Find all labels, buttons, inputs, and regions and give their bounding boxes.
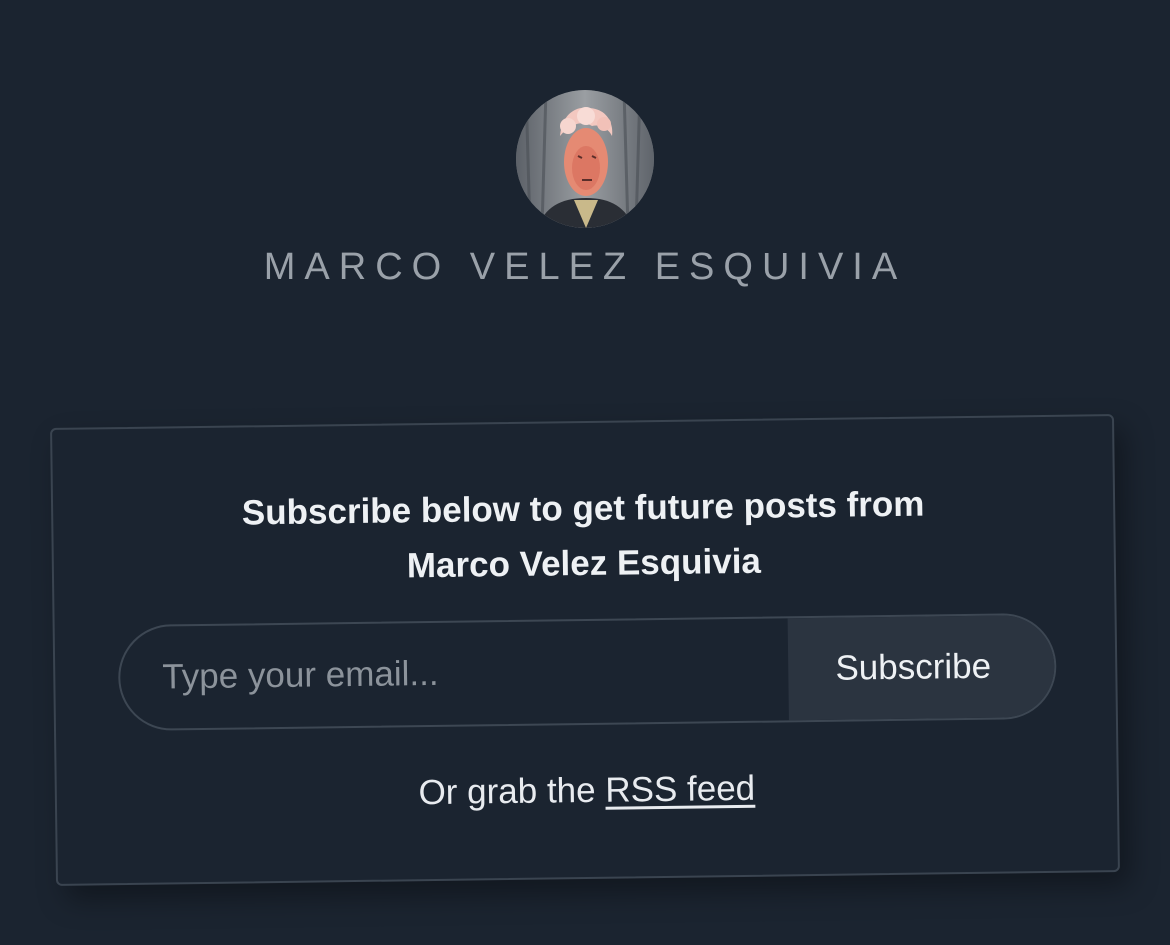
subscribe-form: Subscribe: [117, 612, 1057, 732]
email-input[interactable]: [119, 618, 789, 730]
subscribe-heading: Subscribe below to get future posts from…: [53, 474, 1114, 598]
subscribe-button[interactable]: Subscribe: [787, 614, 1055, 721]
subscribe-card: Subscribe below to get future posts from…: [50, 414, 1120, 886]
rss-line: Or grab the RSS feed: [57, 764, 1117, 818]
author-portrait-image: [516, 90, 654, 228]
site-title[interactable]: MARCO VELEZ ESQUIVIA: [0, 246, 1170, 289]
rss-prefix: Or grab the: [418, 770, 596, 813]
rss-feed-link[interactable]: RSS feed: [605, 769, 755, 810]
author-avatar[interactable]: [516, 90, 654, 228]
